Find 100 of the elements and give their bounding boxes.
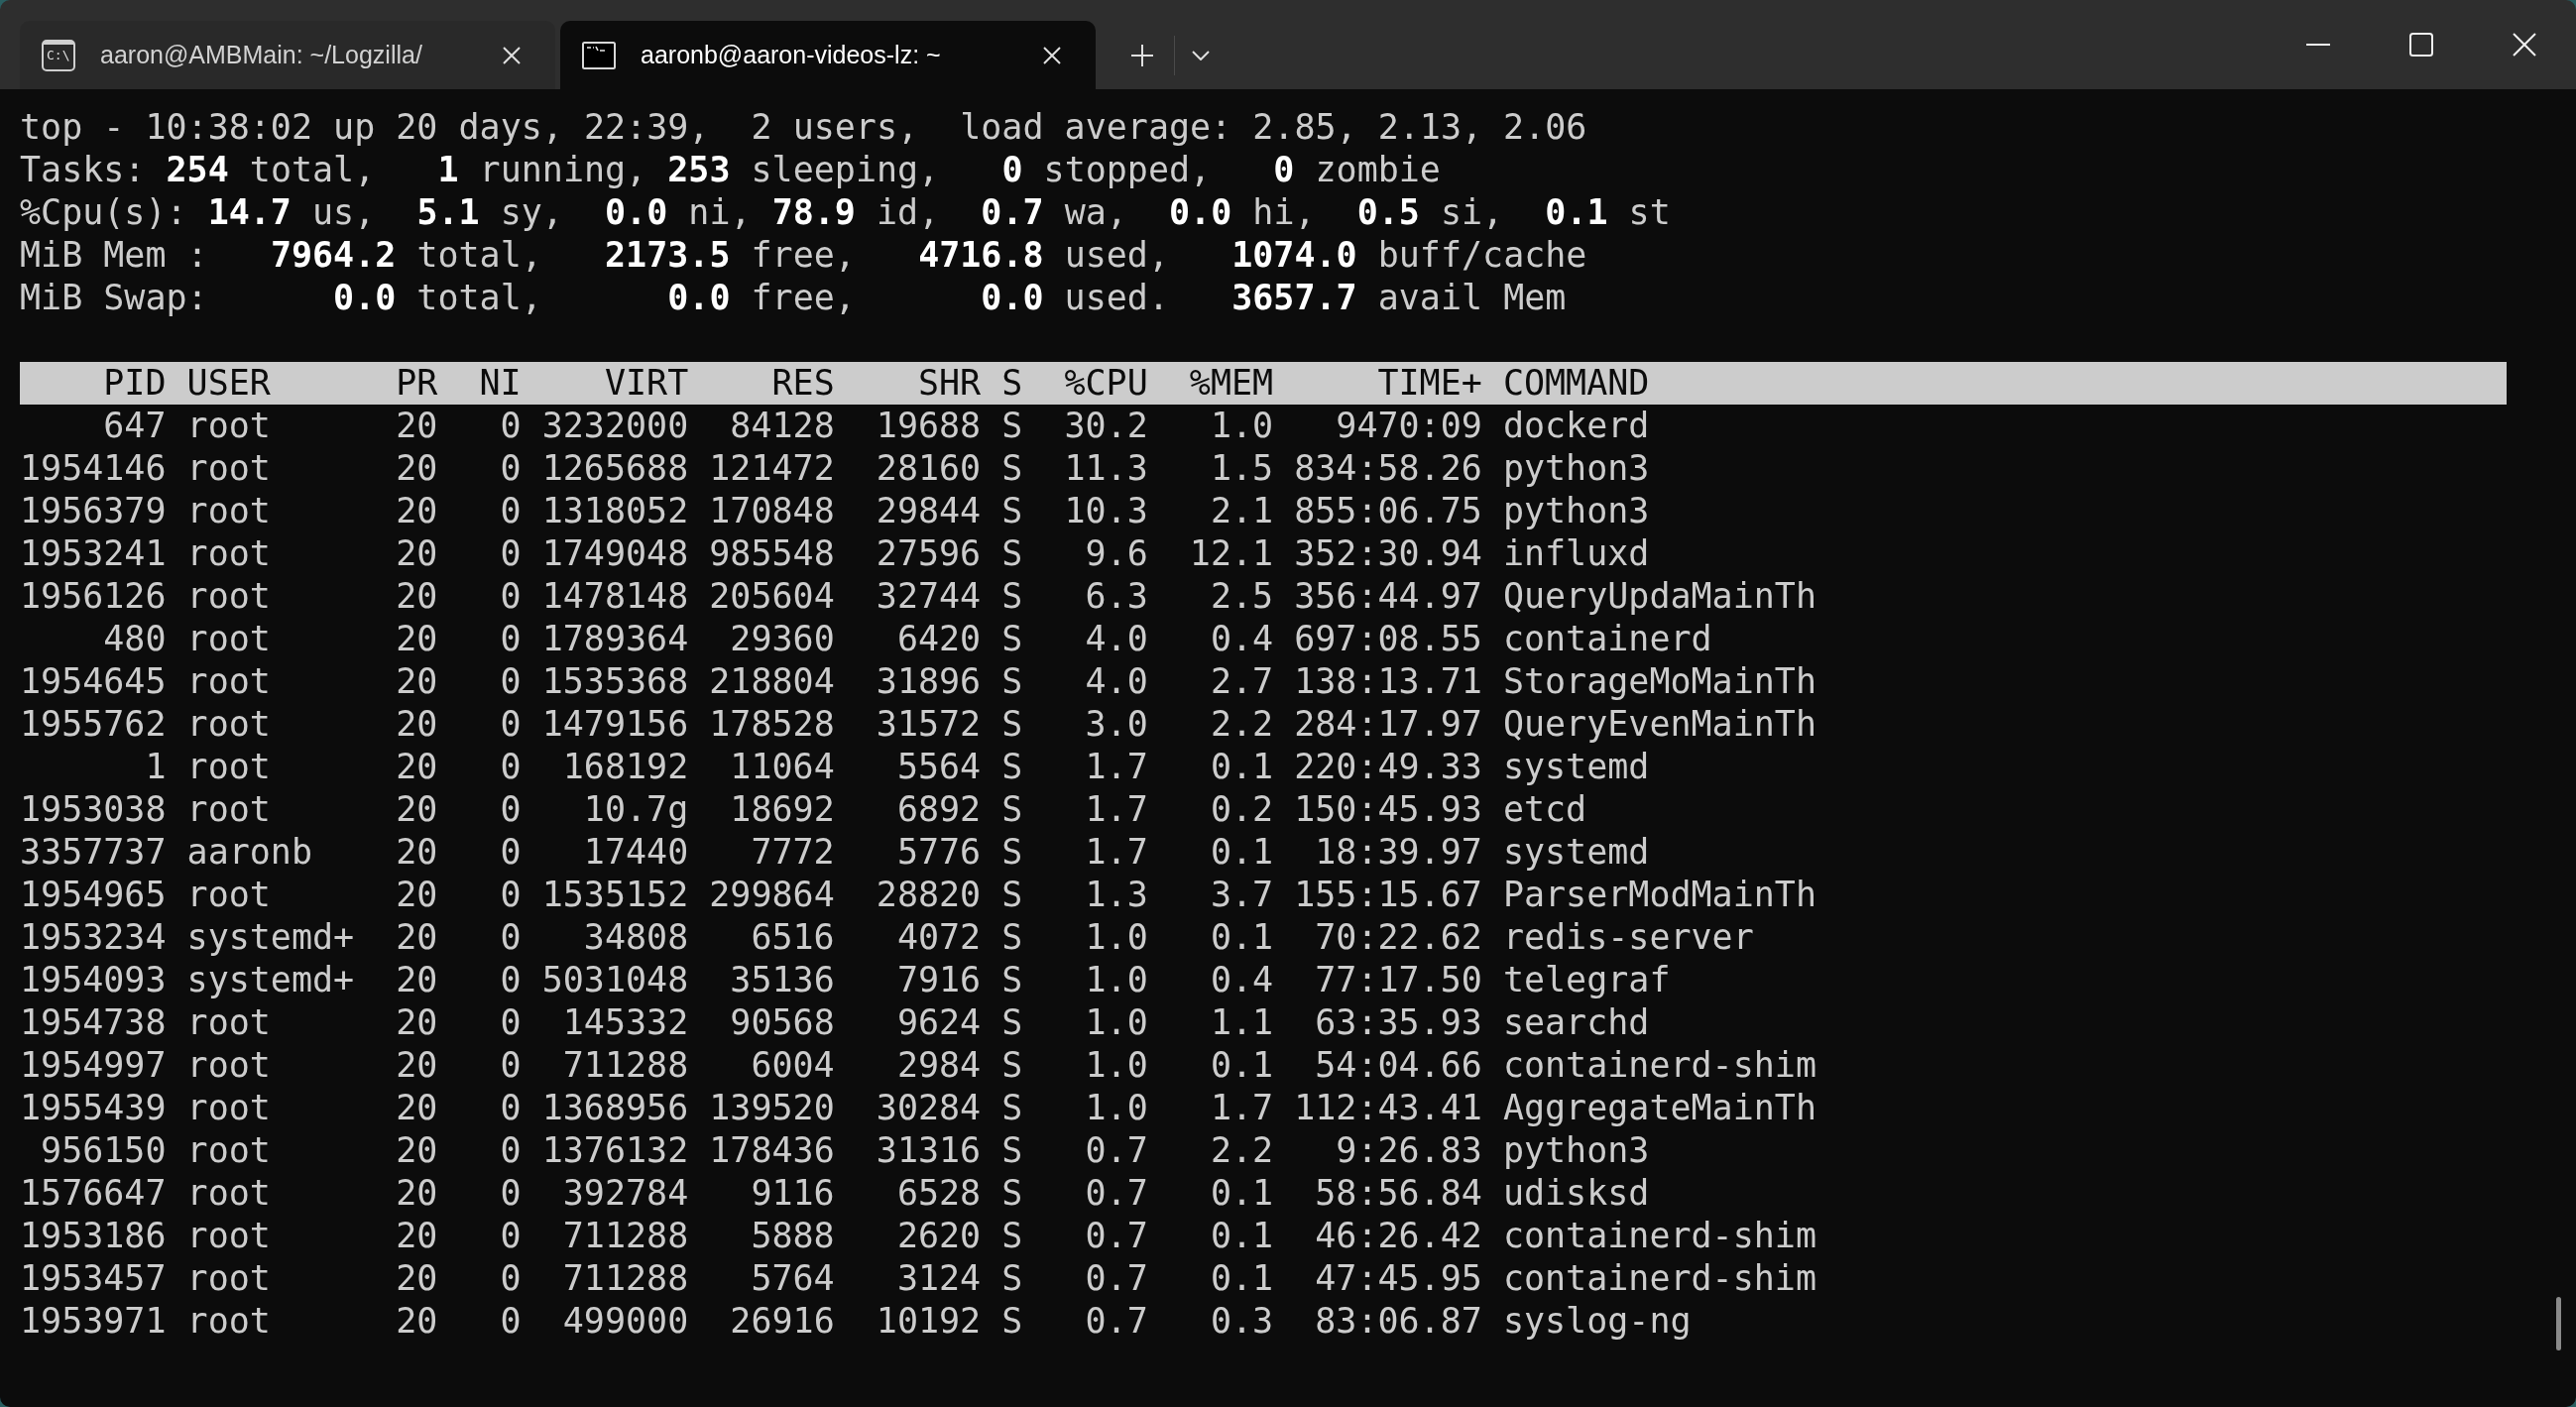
table-cell-text: 0.1 xyxy=(1209,1257,1274,1300)
close-icon xyxy=(1043,46,1061,64)
table-cell: 205604 xyxy=(709,575,835,618)
table-cell: S xyxy=(1001,788,1023,831)
table-cell-text: 20 xyxy=(395,1172,438,1215)
table-cell-text: 32744 xyxy=(875,575,982,618)
table-cell-text: 0 xyxy=(499,874,522,916)
table-cell-text: root xyxy=(186,405,272,447)
table-cell: AggregateMainTh xyxy=(1502,1087,1816,1129)
table-cell-text: 70:22.62 xyxy=(1314,916,1482,959)
table-cell-text: 20 xyxy=(395,405,438,447)
tab[interactable]: C:\ aaron@AMBMain: ~/Logzilla/ xyxy=(20,21,555,89)
table-cell-text: 0.4 xyxy=(1209,618,1274,660)
table-cell-text: 0 xyxy=(499,703,522,746)
table-cell-text: root xyxy=(186,874,272,916)
table-cell-text: 4.0 xyxy=(1084,618,1148,660)
table-cell: 284:17.97 xyxy=(1294,703,1482,746)
table-cell-text: 2.5 xyxy=(1209,575,1274,618)
table-cell: syslog-ng xyxy=(1502,1300,1692,1343)
table-cell: containerd-shim xyxy=(1502,1215,1816,1257)
table-cell: S xyxy=(1001,703,1023,746)
table-cell-text: 0 xyxy=(499,1257,522,1300)
table-cell: 1789364 xyxy=(541,618,689,660)
scrollbar-thumb[interactable] xyxy=(2556,1297,2561,1350)
table-cell: 1576647 xyxy=(20,1172,167,1215)
table-cell: S xyxy=(1001,916,1023,959)
table-cell-text: 6420 xyxy=(895,618,982,660)
table-cell: python3 xyxy=(1502,490,1650,532)
table-cell-text: 0.1 xyxy=(1209,1172,1274,1215)
table-cell-text: 0 xyxy=(499,405,522,447)
table-cell-text: 90568 xyxy=(729,1001,835,1044)
table-cell-text: 20 xyxy=(395,1044,438,1087)
table-cell: systemd xyxy=(1502,746,1650,788)
summary-line: MiB Swap: 0.0 total, 0.0 free, 0.0 used. 3657.7 avail Mem xyxy=(20,277,1567,319)
table-cell-text: 31572 xyxy=(875,703,982,746)
column-header: VIRT xyxy=(603,362,689,405)
table-cell-text: 30284 xyxy=(875,1087,982,1129)
table-cell: 1749048 xyxy=(541,532,689,575)
table-cell-text: 4072 xyxy=(895,916,982,959)
table-cell-text: 9:26.83 xyxy=(1335,1129,1482,1172)
table-cell-text: 1.7 xyxy=(1084,831,1148,874)
table-cell: 150:45.93 xyxy=(1294,788,1482,831)
table-cell-text: 54:04.66 xyxy=(1314,1044,1482,1087)
table-cell-text: 84128 xyxy=(729,405,835,447)
table-cell: 1954965 xyxy=(20,874,167,916)
table-cell-text: 20 xyxy=(395,703,438,746)
tab[interactable]: aaronb@aaron-videos-lz: ~ xyxy=(560,21,1096,89)
console-window-icon xyxy=(582,41,616,69)
table-cell: S xyxy=(1001,1300,1023,1343)
table-cell: 1954093 xyxy=(20,959,167,1001)
table-cell-text: 9116 xyxy=(750,1172,835,1215)
table-cell-text: 29360 xyxy=(729,618,835,660)
table-cell-text: 647 xyxy=(102,405,167,447)
table-cell-text: 1.5 xyxy=(1209,447,1274,490)
table-cell-text: 2.1 xyxy=(1209,490,1274,532)
table-cell: 1953971 xyxy=(20,1300,167,1343)
table-cell: 220:49.33 xyxy=(1294,746,1482,788)
table-cell-text: 20 xyxy=(395,788,438,831)
table-cell-text: 10.3 xyxy=(1063,490,1148,532)
table-cell-text: 1.0 xyxy=(1084,959,1148,1001)
table-cell-text: 46:26.42 xyxy=(1314,1215,1482,1257)
table-cell-text: 9470:09 xyxy=(1335,405,1482,447)
table-cell-text: 20 xyxy=(395,618,438,660)
chevron-down-icon xyxy=(1192,50,1210,60)
table-cell-text: 0 xyxy=(499,959,522,1001)
table-cell: etcd xyxy=(1502,788,1587,831)
table-cell-text: 0 xyxy=(499,746,522,788)
table-cell: 1953038 xyxy=(20,788,167,831)
table-cell-text: 0 xyxy=(499,1087,522,1129)
plus-icon xyxy=(1131,44,1153,66)
table-cell-text: 7916 xyxy=(895,959,982,1001)
column-header: COMMAND xyxy=(1502,362,1650,405)
table-cell-text: 5764 xyxy=(750,1257,835,1300)
table-cell: containerd-shim xyxy=(1502,1257,1816,1300)
table-cell: 1954997 xyxy=(20,1044,167,1087)
table-cell-text: 11.3 xyxy=(1063,447,1148,490)
command-prompt-icon: C:\ xyxy=(42,39,75,71)
table-cell-text: 0 xyxy=(499,1300,522,1343)
table-cell: 1956126 xyxy=(20,575,167,618)
table-cell-text: 0 xyxy=(499,532,522,575)
column-header: PR xyxy=(395,362,438,405)
table-cell-text: 711288 xyxy=(561,1044,689,1087)
table-cell-text: 1.1 xyxy=(1209,1001,1274,1044)
table-cell: S xyxy=(1001,1044,1023,1087)
column-header: %MEM xyxy=(1188,362,1274,405)
table-cell-text: root xyxy=(186,1172,272,1215)
table-cell-text: 711288 xyxy=(561,1257,689,1300)
table-cell-text: 35136 xyxy=(729,959,835,1001)
table-cell-text: 0 xyxy=(499,788,522,831)
table-cell-text: 6892 xyxy=(895,788,982,831)
table-cell-text: 0 xyxy=(499,575,522,618)
table-cell: 1954645 xyxy=(20,660,167,703)
column-header: SHR xyxy=(916,362,982,405)
table-cell: S xyxy=(1001,618,1023,660)
table-cell-text: 18692 xyxy=(729,788,835,831)
column-header: RES xyxy=(770,362,835,405)
table-cell: 218804 xyxy=(709,660,835,703)
table-cell: S xyxy=(1001,959,1023,1001)
table-cell-text: 20 xyxy=(395,959,438,1001)
table-cell: S xyxy=(1001,1215,1023,1257)
